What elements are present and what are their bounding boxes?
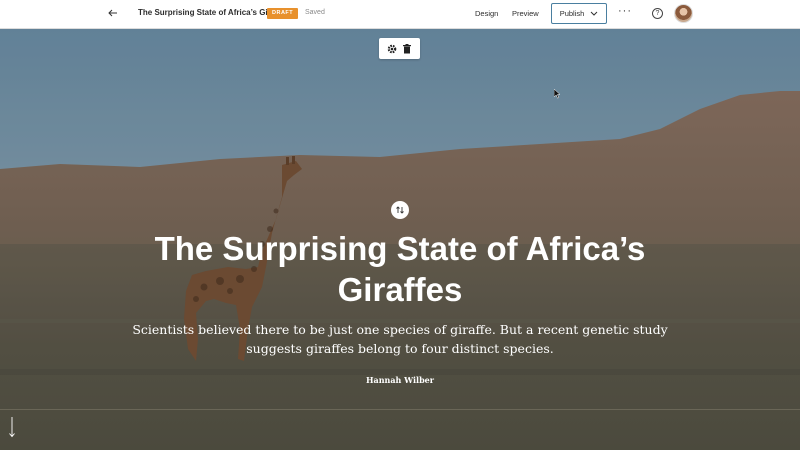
preview-button[interactable]: Preview xyxy=(512,9,539,18)
help-icon[interactable]: ? xyxy=(652,8,663,19)
publish-button[interactable]: Publish xyxy=(551,3,607,24)
arrow-down-icon[interactable] xyxy=(8,417,16,439)
more-options-icon[interactable]: ··· xyxy=(618,5,632,17)
gear-icon[interactable] xyxy=(386,43,398,55)
user-avatar[interactable] xyxy=(674,4,693,23)
cover-toolbar xyxy=(379,38,420,59)
mouse-cursor-icon xyxy=(553,86,562,99)
back-arrow-icon[interactable] xyxy=(106,6,120,20)
cover-author[interactable]: Hannah Wilber xyxy=(300,375,500,385)
draft-badge: DRAFT xyxy=(267,8,299,19)
design-button[interactable]: Design xyxy=(475,9,498,18)
story-cover: The Surprising State of Africa’s Giraffe… xyxy=(0,29,800,450)
publish-label: Publish xyxy=(559,9,585,18)
swap-vertical-icon[interactable] xyxy=(391,201,409,219)
trash-icon[interactable] xyxy=(401,43,413,55)
top-bar: The Surprising State of Africa’s Giraffe… xyxy=(0,0,800,29)
cover-title[interactable]: The Surprising State of Africa’s Giraffe… xyxy=(100,228,700,310)
chevron-down-icon xyxy=(590,9,598,19)
saved-status: Saved xyxy=(305,9,325,16)
cover-subtitle[interactable]: Scientists believed there to be just one… xyxy=(120,320,680,358)
